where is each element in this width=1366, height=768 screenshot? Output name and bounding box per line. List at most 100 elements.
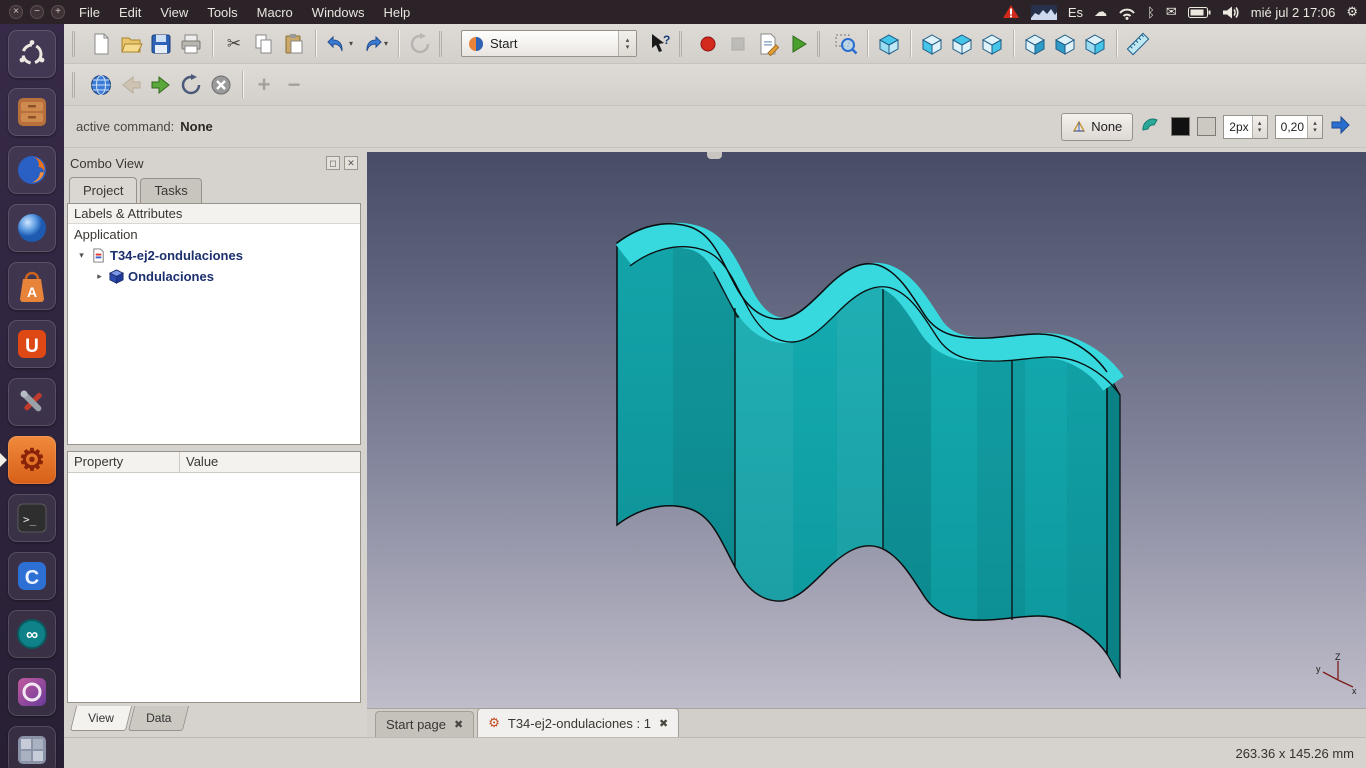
dock-splitter-handle[interactable] xyxy=(707,152,722,159)
launcher-item-media-viewer[interactable] xyxy=(8,668,56,716)
zoom-out-button[interactable]: − xyxy=(279,70,309,100)
launcher-item-c-ide[interactable]: C xyxy=(8,552,56,600)
menu-macro[interactable]: Macro xyxy=(257,5,293,20)
line-width-spinbox[interactable]: 2px▴▾ xyxy=(1223,115,1267,139)
keyboard-layout-indicator[interactable]: Es xyxy=(1068,5,1083,20)
expander-open-icon[interactable]: ▾ xyxy=(76,250,87,261)
tree-item-document[interactable]: ▾ T34-ej2-ondulaciones xyxy=(68,245,360,266)
launcher-item-workspace-switcher[interactable] xyxy=(8,726,56,768)
view-top-button[interactable] xyxy=(947,29,977,59)
workbench-selector[interactable]: Start ▴▾ xyxy=(461,30,637,57)
line-color-swatch[interactable] xyxy=(1171,117,1190,136)
measure-distance-button[interactable] xyxy=(1123,29,1153,59)
reload-button[interactable] xyxy=(176,70,206,100)
property-column-header[interactable]: Property xyxy=(68,452,180,472)
draft-snap-button[interactable] xyxy=(1140,115,1164,139)
refresh-button[interactable] xyxy=(405,29,435,59)
toolbar-grip[interactable] xyxy=(72,72,82,98)
whats-this-button[interactable]: ? xyxy=(645,29,675,59)
spin-up-icon[interactable]: ▴ xyxy=(1258,120,1262,127)
undo-button[interactable] xyxy=(322,29,352,59)
spin-down-icon[interactable]: ▾ xyxy=(626,44,630,51)
spin-up-icon[interactable]: ▴ xyxy=(1313,120,1317,127)
warning-indicator-icon[interactable] xyxy=(1002,4,1020,20)
copy-button[interactable] xyxy=(249,29,279,59)
window-close-button[interactable]: × xyxy=(9,5,23,19)
tab-start-page[interactable]: Start page ✖ xyxy=(375,711,474,737)
tab-close-icon[interactable]: ✖ xyxy=(454,718,463,731)
menu-edit[interactable]: Edit xyxy=(119,5,141,20)
menu-windows[interactable]: Windows xyxy=(312,5,365,20)
dock-close-button[interactable]: ✕ xyxy=(344,156,358,170)
draft-plane-button[interactable]: None xyxy=(1061,113,1133,141)
toolbar-grip[interactable] xyxy=(72,31,82,57)
spin-up-icon[interactable]: ▴ xyxy=(626,37,630,44)
macro-play-button[interactable] xyxy=(783,29,813,59)
session-gear-icon[interactable]: ⚙ xyxy=(1346,4,1358,20)
view-left-button[interactable] xyxy=(1080,29,1110,59)
launcher-item-terminal[interactable]: >_ xyxy=(8,494,56,542)
3d-viewport[interactable]: Z y x xyxy=(367,152,1366,708)
redo-button[interactable] xyxy=(357,29,387,59)
launcher-item-firefox[interactable] xyxy=(8,146,56,194)
save-button[interactable] xyxy=(146,29,176,59)
macro-edit-button[interactable] xyxy=(753,29,783,59)
volume-icon[interactable] xyxy=(1222,5,1240,20)
macro-record-button[interactable] xyxy=(693,29,723,59)
battery-icon[interactable] xyxy=(1188,5,1211,19)
print-button[interactable] xyxy=(176,29,206,59)
tab-close-icon[interactable]: ✖ xyxy=(659,717,668,730)
value-column-header[interactable]: Value xyxy=(180,452,224,472)
menu-tools[interactable]: Tools xyxy=(207,5,237,20)
corrugated-surface-model[interactable] xyxy=(367,152,1366,708)
launcher-item-software-center[interactable]: A xyxy=(8,262,56,310)
launcher-item-arduino[interactable]: ∞ xyxy=(8,610,56,658)
network-monitor-icon[interactable] xyxy=(1031,5,1057,20)
cut-button[interactable]: ✂ xyxy=(219,29,249,59)
zoom-in-button[interactable]: + xyxy=(249,70,279,100)
back-button[interactable] xyxy=(116,70,146,100)
ubuntu-one-indicator-icon[interactable]: ☁ xyxy=(1094,4,1107,20)
workbench-selector-spinner[interactable]: ▴▾ xyxy=(618,31,636,56)
tab-document-view[interactable]: ⚙ T34-ej2-ondulaciones : 1 ✖ xyxy=(477,708,679,737)
box-zoom-button[interactable] xyxy=(831,29,861,59)
expander-closed-icon[interactable]: ▸ xyxy=(94,271,105,282)
launcher-item-ubuntu-one[interactable]: U xyxy=(8,320,56,368)
menu-help[interactable]: Help xyxy=(384,5,411,20)
launcher-item-system-tools[interactable] xyxy=(8,378,56,426)
web-home-button[interactable] xyxy=(86,70,116,100)
toolbar-grip[interactable] xyxy=(439,31,449,57)
launcher-item-files[interactable] xyxy=(8,88,56,136)
line-width-spinner[interactable]: ▴▾ xyxy=(1252,116,1267,138)
spin-down-icon[interactable]: ▾ xyxy=(1313,127,1317,134)
tree-root-application[interactable]: Application xyxy=(68,224,360,245)
open-document-button[interactable] xyxy=(116,29,146,59)
menu-view[interactable]: View xyxy=(160,5,188,20)
macro-stop-button[interactable] xyxy=(723,29,753,59)
text-scale-spinner[interactable]: ▴▾ xyxy=(1307,116,1322,138)
draft-apply-style-button[interactable] xyxy=(1330,115,1354,139)
tree-item-ondulaciones[interactable]: ▸ Ondulaciones xyxy=(68,266,360,287)
paste-button[interactable] xyxy=(279,29,309,59)
launcher-item-freecad[interactable]: ⚙ xyxy=(8,436,56,484)
launcher-item-web-browser[interactable] xyxy=(8,204,56,252)
forward-button[interactable] xyxy=(146,70,176,100)
view-front-button[interactable] xyxy=(917,29,947,59)
bluetooth-icon[interactable]: ᛒ xyxy=(1147,5,1155,20)
toolbar-grip[interactable] xyxy=(679,31,689,57)
dock-float-button[interactable]: ◻ xyxy=(326,156,340,170)
spin-down-icon[interactable]: ▾ xyxy=(1258,127,1262,134)
launcher-item-dash-home[interactable] xyxy=(8,30,56,78)
view-rear-button[interactable] xyxy=(1020,29,1050,59)
stop-load-button[interactable] xyxy=(206,70,236,100)
face-color-swatch[interactable] xyxy=(1197,117,1216,136)
wifi-icon[interactable] xyxy=(1118,5,1136,20)
view-isometric-button[interactable] xyxy=(874,29,904,59)
window-maximize-button[interactable]: + xyxy=(51,5,65,19)
tab-data-properties[interactable]: Data xyxy=(128,706,190,731)
tab-view-properties[interactable]: View xyxy=(70,706,132,731)
view-right-button[interactable] xyxy=(977,29,1007,59)
text-scale-spinbox[interactable]: 0,20▴▾ xyxy=(1275,115,1323,139)
new-document-button[interactable] xyxy=(86,29,116,59)
mail-indicator-icon[interactable]: ✉ xyxy=(1166,4,1177,20)
